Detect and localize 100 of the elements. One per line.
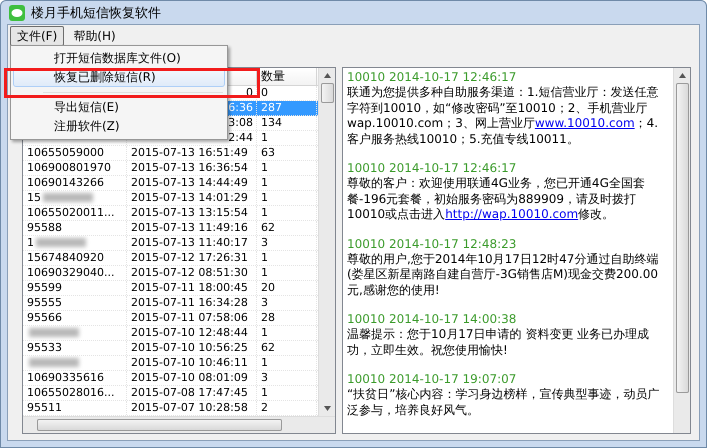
blurred-text xyxy=(43,193,93,202)
list-row[interactable]: 106900801970 2015-07-13 16:36:54 1 xyxy=(23,161,318,176)
message-text: “扶贫日”核心内容：学习身边榜样，宣传典型事迹，动员广泛参与，培养良好风气。 xyxy=(347,387,660,418)
message-text: 联通为您提供多种自助服务渠道：1.短信营业厅：发送任意字符到10010，如“修改密码”至10010；2、手机营业厅wap.10010.com；3、网上营业厅www.10010.com；4. 客户服务热线10010；5.充值专线10011。 xyxy=(347,85,660,147)
count-text: 3 xyxy=(261,296,268,309)
time-text: 2015-07-13 11:40:17 xyxy=(131,236,248,249)
menu-item[interactable]: 帮助(H) xyxy=(66,26,123,46)
count-text: 1 xyxy=(261,161,268,174)
message-link[interactable]: www.10010.com xyxy=(534,116,635,130)
menu-item[interactable]: 注册软件(Z) xyxy=(13,117,225,136)
scrollbar-thumb[interactable] xyxy=(676,83,688,393)
count-text: 3 xyxy=(261,371,268,384)
list-row[interactable]: 2015-07-10 10:46:11 1 xyxy=(23,356,318,371)
count-text: 62 xyxy=(261,341,275,354)
time-text: 2015-07-13 11:49:16 xyxy=(131,221,248,234)
count-text: 1 xyxy=(261,356,268,369)
number-text: 10690335616 xyxy=(27,371,104,384)
count-text: 1 xyxy=(261,131,268,144)
time-text: 3:08 xyxy=(228,116,253,129)
list-row[interactable]: 2015-07-10 12:48:44 1 xyxy=(23,326,318,341)
number-text: 15674840920 xyxy=(27,251,104,264)
time-text: 2:44 xyxy=(228,131,253,144)
count-text: 287 xyxy=(261,101,282,114)
message-link[interactable]: http://wap.10010.com xyxy=(445,207,578,221)
list-row[interactable]: 10690335616 2015-07-10 08:01:09 3 xyxy=(23,371,318,386)
list-row[interactable]: 95533 2015-07-10 10:56:25 62 xyxy=(23,341,318,356)
message-header: 10010 2014-10-17 12:46:17 xyxy=(347,161,518,176)
time-text: 2015-07-10 12:48:44 xyxy=(131,326,248,339)
down-arrow-icon[interactable] xyxy=(324,406,330,411)
list-row[interactable]: 95555 2015-07-11 16:34:28 3 xyxy=(23,296,318,311)
time-text: 2015-07-13 13:15:54 xyxy=(131,206,248,219)
count-text: 1 xyxy=(261,206,268,219)
message-header: 10010 2014-10-17 14:00:38 xyxy=(347,312,518,327)
time-text: 2015-07-13 14:44:49 xyxy=(131,176,248,189)
count-text: 1 xyxy=(261,251,268,264)
time-text: 2015-07-12 08:51:30 xyxy=(131,266,248,279)
time-text: 6:36 xyxy=(228,101,253,114)
count-text: 1 xyxy=(261,266,268,279)
time-text: 2015-07-10 10:46:11 xyxy=(131,356,248,369)
list-row[interactable]: 95599 2015-07-11 18:00:45 20 xyxy=(23,281,318,296)
count-text: 3 xyxy=(261,236,268,249)
number-text: 95533 xyxy=(27,341,62,354)
number-text: 95588 xyxy=(27,221,62,234)
count-text: 1 xyxy=(261,386,268,399)
count-text: 63 xyxy=(261,146,275,159)
time-text: 2015-07-10 10:56:25 xyxy=(131,341,248,354)
chat-bubble-icon xyxy=(9,4,25,20)
time-text: 2015-07-08 17:47:45 xyxy=(131,386,248,399)
time-text: 2015-07-11 18:00:45 xyxy=(131,281,248,294)
up-arrow-icon[interactable] xyxy=(678,73,686,78)
number-text: 106900801970 xyxy=(27,161,111,174)
number-text: 95555 xyxy=(27,296,62,309)
message-header: 10010 2014-10-17 12:48:23 xyxy=(347,236,518,252)
list-row[interactable]: 15 2015-07-13 14:01:29 1 xyxy=(23,191,318,206)
count-text: 28 xyxy=(261,311,275,324)
number-text: 95511 xyxy=(27,401,62,414)
scrollbar[interactable] xyxy=(673,68,690,433)
menu-item[interactable]: 文件(F) xyxy=(10,26,64,46)
time-text: 2015-07-13 14:01:29 xyxy=(131,191,248,204)
number-text: 10655028016... xyxy=(27,386,114,399)
scrollbar-thumb[interactable] xyxy=(320,83,334,103)
number-text: 95599 xyxy=(27,281,62,294)
list-row[interactable]: 10690329040... 2015-07-12 08:51:30 1 xyxy=(23,266,318,281)
scrollbar[interactable] xyxy=(318,68,335,416)
number-text: 1 xyxy=(27,236,34,249)
blurred-text xyxy=(29,358,79,368)
message-header: 10010 2014-10-17 12:46:17 xyxy=(347,70,518,85)
number-text: 10690143266 xyxy=(27,176,104,189)
horizontal-scrollbar[interactable] xyxy=(23,416,335,433)
number-text: 15 xyxy=(27,191,41,204)
count-text: 62 xyxy=(261,221,275,234)
count-text: 20 xyxy=(261,281,275,294)
time-text: 2015-07-11 07:58:06 xyxy=(131,311,248,324)
list-row[interactable]: 15674840920 2015-07-12 17:26:31 1 xyxy=(23,251,318,266)
time-text: 2015-07-07 10:28:58 xyxy=(131,401,248,414)
list-row[interactable]: 10690143266 2015-07-13 14:44:49 1 xyxy=(23,176,318,191)
scrollbar-thumb[interactable] xyxy=(37,419,282,431)
time-text: 2015-07-13 16:51:49 xyxy=(131,146,248,159)
number-text: 10655020011... xyxy=(27,206,114,219)
list-row[interactable]: 1 2015-07-13 11:40:17 3 xyxy=(23,236,318,251)
message-text: 尊敬的用户,您于2014年10月17日12时47分通过自助终端(娄星区新星南路自建自营厅-3G销售店M)现金交费200.00元,感谢您的使用! xyxy=(347,252,660,298)
message-header: 10010 2014-10-17 19:07:07 xyxy=(347,372,518,387)
list-row[interactable]: 10655059000 2015-07-13 16:51:49 63 xyxy=(23,146,318,161)
count-text: 2 xyxy=(261,401,268,414)
list-row[interactable]: 95566 2015-07-11 07:58:06 28 xyxy=(23,311,318,326)
column-header[interactable]: 数量 xyxy=(257,68,317,85)
number-text: 10690329040... xyxy=(27,266,114,279)
up-arrow-icon[interactable] xyxy=(324,73,330,78)
time-text: 2015-07-10 08:01:09 xyxy=(131,371,248,384)
count-text: 0 xyxy=(261,86,268,99)
count-text: 1 xyxy=(261,176,268,189)
window-title: 楼月手机短信恢复软件 xyxy=(31,4,161,22)
menu-item[interactable]: 导出短信(E) xyxy=(13,98,225,117)
list-row[interactable]: 10655020011... 2015-07-13 13:15:54 1 xyxy=(23,206,318,221)
message-text: 尊敬的客户：欢迎使用联通4G业务，您已开通4G全国套餐-196元套餐，初始服务密码为889909，请及时拨打10010或点击进入http://wap.10010.com修改。 xyxy=(347,176,646,222)
list-row[interactable]: 95588 2015-07-13 11:49:16 62 xyxy=(23,221,318,236)
blurred-text xyxy=(29,328,79,338)
list-row[interactable]: 10655028016... 2015-07-08 17:47:45 1 xyxy=(23,386,318,401)
number-text: 95566 xyxy=(27,311,62,324)
menu-item[interactable]: 打开短信数据库文件(O) xyxy=(13,49,225,68)
